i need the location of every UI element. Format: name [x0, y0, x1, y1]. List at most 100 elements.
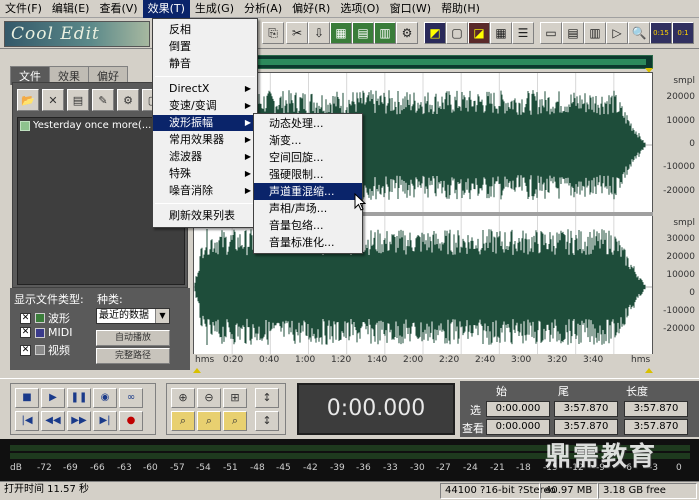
checkbox[interactable]: ✕: [20, 327, 31, 338]
submenu-item-spatial[interactable]: 空间回旋...: [254, 149, 362, 166]
submenu-item-fade[interactable]: 渐变...: [254, 132, 362, 149]
menu-item-silence[interactable]: 静音: [153, 56, 257, 72]
menu-help[interactable]: 帮助(H): [436, 0, 485, 18]
zoom-right-icon[interactable]: ⌕: [197, 411, 221, 431]
zoom-full-icon[interactable]: ⊞: [223, 388, 247, 408]
copy-button[interactable]: ⎘: [262, 22, 284, 44]
bpm-button[interactable]: 0:1: [672, 22, 694, 44]
start-marker-bottom-icon[interactable]: [193, 368, 201, 373]
record-button[interactable]: ●: [119, 411, 143, 431]
spectral-button[interactable]: ▢: [446, 22, 468, 44]
selection-end-field[interactable]: 3:57.870: [554, 401, 618, 417]
rewind-button[interactable]: ◀◀: [41, 411, 65, 431]
status-bar: 打开时间 11.57 秒 44100 ?16-bit ?Stereo 40.97…: [0, 481, 699, 500]
menu-item-amplitude[interactable]: 波形振幅 ▶: [153, 115, 257, 131]
checkbox[interactable]: ✕: [20, 312, 31, 324]
tool-button[interactable]: ⚙: [396, 22, 418, 44]
edit-file-icon[interactable]: ✎: [92, 89, 114, 111]
menu-item-refresh-effects[interactable]: 刷新效果列表: [153, 208, 257, 224]
checkbox[interactable]: ✕: [20, 344, 31, 356]
menu-item-filters[interactable]: 滤波器 ▶: [153, 149, 257, 165]
view-length-field[interactable]: 3:57.870: [624, 419, 688, 435]
end-marker-bottom-icon[interactable]: [645, 368, 653, 373]
cut-button[interactable]: ✂: [286, 22, 308, 44]
menu-item-label: 常用效果器: [169, 133, 224, 146]
gear-icon[interactable]: ⚙: [117, 89, 139, 111]
menu-item-special[interactable]: 特殊 ▶: [153, 166, 257, 182]
zoom-left-icon[interactable]: ⌕: [171, 411, 195, 431]
envelope-button[interactable]: ◩: [424, 22, 446, 44]
zoom-out-vertical-icon[interactable]: ↕: [255, 411, 279, 431]
stop-button[interactable]: ■: [15, 388, 39, 408]
submenu-item-normalize[interactable]: 音量标准化...: [254, 234, 362, 251]
menu-item-time-pitch[interactable]: 变速/变调 ▶: [153, 98, 257, 114]
go-to-end-button[interactable]: ▶|: [93, 411, 117, 431]
menu-view[interactable]: 查看(V): [94, 0, 142, 18]
status-free-space: 3.18 GB free: [598, 483, 697, 499]
menu-effects[interactable]: 效果(T): [142, 0, 190, 18]
menu-window[interactable]: 窗口(W): [385, 0, 436, 18]
submenu-item-envelope[interactable]: 音量包络...: [254, 217, 362, 234]
menu-item-common-effects[interactable]: 常用效果器 ▶: [153, 132, 257, 148]
fast-forward-button[interactable]: ▶▶: [67, 411, 91, 431]
view-end-field[interactable]: 3:57.870: [554, 419, 618, 435]
level-scale-label: -42: [303, 463, 318, 473]
zoom-selection-icon[interactable]: ⌕: [223, 411, 247, 431]
submenu-item-dynamics[interactable]: 动态处理...: [254, 115, 362, 132]
chevron-down-icon[interactable]: ▼: [155, 309, 169, 323]
zoom-tool-button[interactable]: 🔍: [628, 22, 650, 44]
zoom-out-icon[interactable]: ⊖: [197, 388, 221, 408]
menu-options[interactable]: 选项(O): [335, 0, 384, 18]
view-begin-field[interactable]: 0:00.000: [486, 419, 550, 435]
auto-play-button[interactable]: 自动播放: [96, 330, 170, 346]
cue-button[interactable]: ◪: [468, 22, 490, 44]
overview-bar[interactable]: [193, 55, 653, 69]
view-button[interactable]: ▤: [562, 22, 584, 44]
submenu-item-channel-mixer[interactable]: 声道重混缩...: [254, 183, 362, 200]
menu-item-label: 反相: [169, 23, 191, 36]
go-to-start-button[interactable]: |◀: [15, 411, 39, 431]
play-mode-button[interactable]: ▷: [606, 22, 628, 44]
checkbox-video[interactable]: ✕ 视频: [20, 342, 70, 358]
mix-paste-button[interactable]: ▦: [330, 22, 352, 44]
menu-file[interactable]: 文件(F): [0, 0, 47, 18]
loop-button[interactable]: ∞: [119, 388, 143, 408]
menu-favorites[interactable]: 偏好(R): [287, 0, 335, 18]
full-path-button[interactable]: 完整路径: [96, 348, 170, 364]
close-file-icon[interactable]: ✕: [42, 89, 64, 111]
zoom-in-vertical-icon[interactable]: ↕: [255, 388, 279, 408]
effects-menu: 反相 倒置 静音 DirectX ▶ 变速/变调 ▶ 波形振幅 ▶ 常用效果器 ▶ 滤波…: [152, 18, 258, 228]
kind-select[interactable]: 最近的数据 ▼: [96, 308, 170, 324]
menu-item-invert[interactable]: 反相: [153, 22, 257, 38]
insert-icon[interactable]: ▤: [67, 89, 89, 111]
checkbox-midi[interactable]: ✕ MIDI: [20, 326, 72, 339]
multitrack-button[interactable]: ▭: [540, 22, 562, 44]
time-format-button[interactable]: 0:15: [650, 22, 672, 44]
play-to-end-button[interactable]: ◉: [93, 388, 117, 408]
trim-button[interactable]: ▤: [352, 22, 374, 44]
menu-item-directx[interactable]: DirectX ▶: [153, 81, 257, 97]
select-all-button[interactable]: ▥: [374, 22, 396, 44]
menu-edit[interactable]: 编辑(E): [47, 0, 95, 18]
menu-analyze[interactable]: 分析(A): [239, 0, 287, 18]
pause-button[interactable]: ❚❚: [67, 388, 91, 408]
submenu-item-hard-limit[interactable]: 强硬限制...: [254, 166, 362, 183]
status-size: 40.97 MB: [540, 483, 598, 499]
submenu-item-pan-expand[interactable]: 声相/声场...: [254, 200, 362, 217]
marker-button[interactable]: ▦: [490, 22, 512, 44]
zoom-in-icon[interactable]: ⊕: [171, 388, 195, 408]
selection-length-field[interactable]: 3:57.870: [624, 401, 688, 417]
display-button[interactable]: ▥: [584, 22, 606, 44]
wave-file-icon: [20, 120, 30, 131]
menu-item-noise-reduction[interactable]: 噪音消除 ▶: [153, 183, 257, 199]
open-file-icon[interactable]: 📂: [17, 89, 39, 111]
selection-begin-field[interactable]: 0:00.000: [486, 401, 550, 417]
settings-button[interactable]: ☰: [512, 22, 534, 44]
checkbox-label: 视频: [48, 344, 70, 357]
menu-generate[interactable]: 生成(G): [190, 0, 239, 18]
checkbox-wave[interactable]: ✕ 波形: [20, 310, 70, 326]
play-button[interactable]: ▶: [41, 388, 65, 408]
menu-item-reverse[interactable]: 倒置: [153, 39, 257, 55]
time-ruler[interactable]: hms 0:20 0:40 1:00 1:20 1:40 2:00 2:20 2…: [193, 354, 653, 368]
paste-button[interactable]: ⇩: [308, 22, 330, 44]
